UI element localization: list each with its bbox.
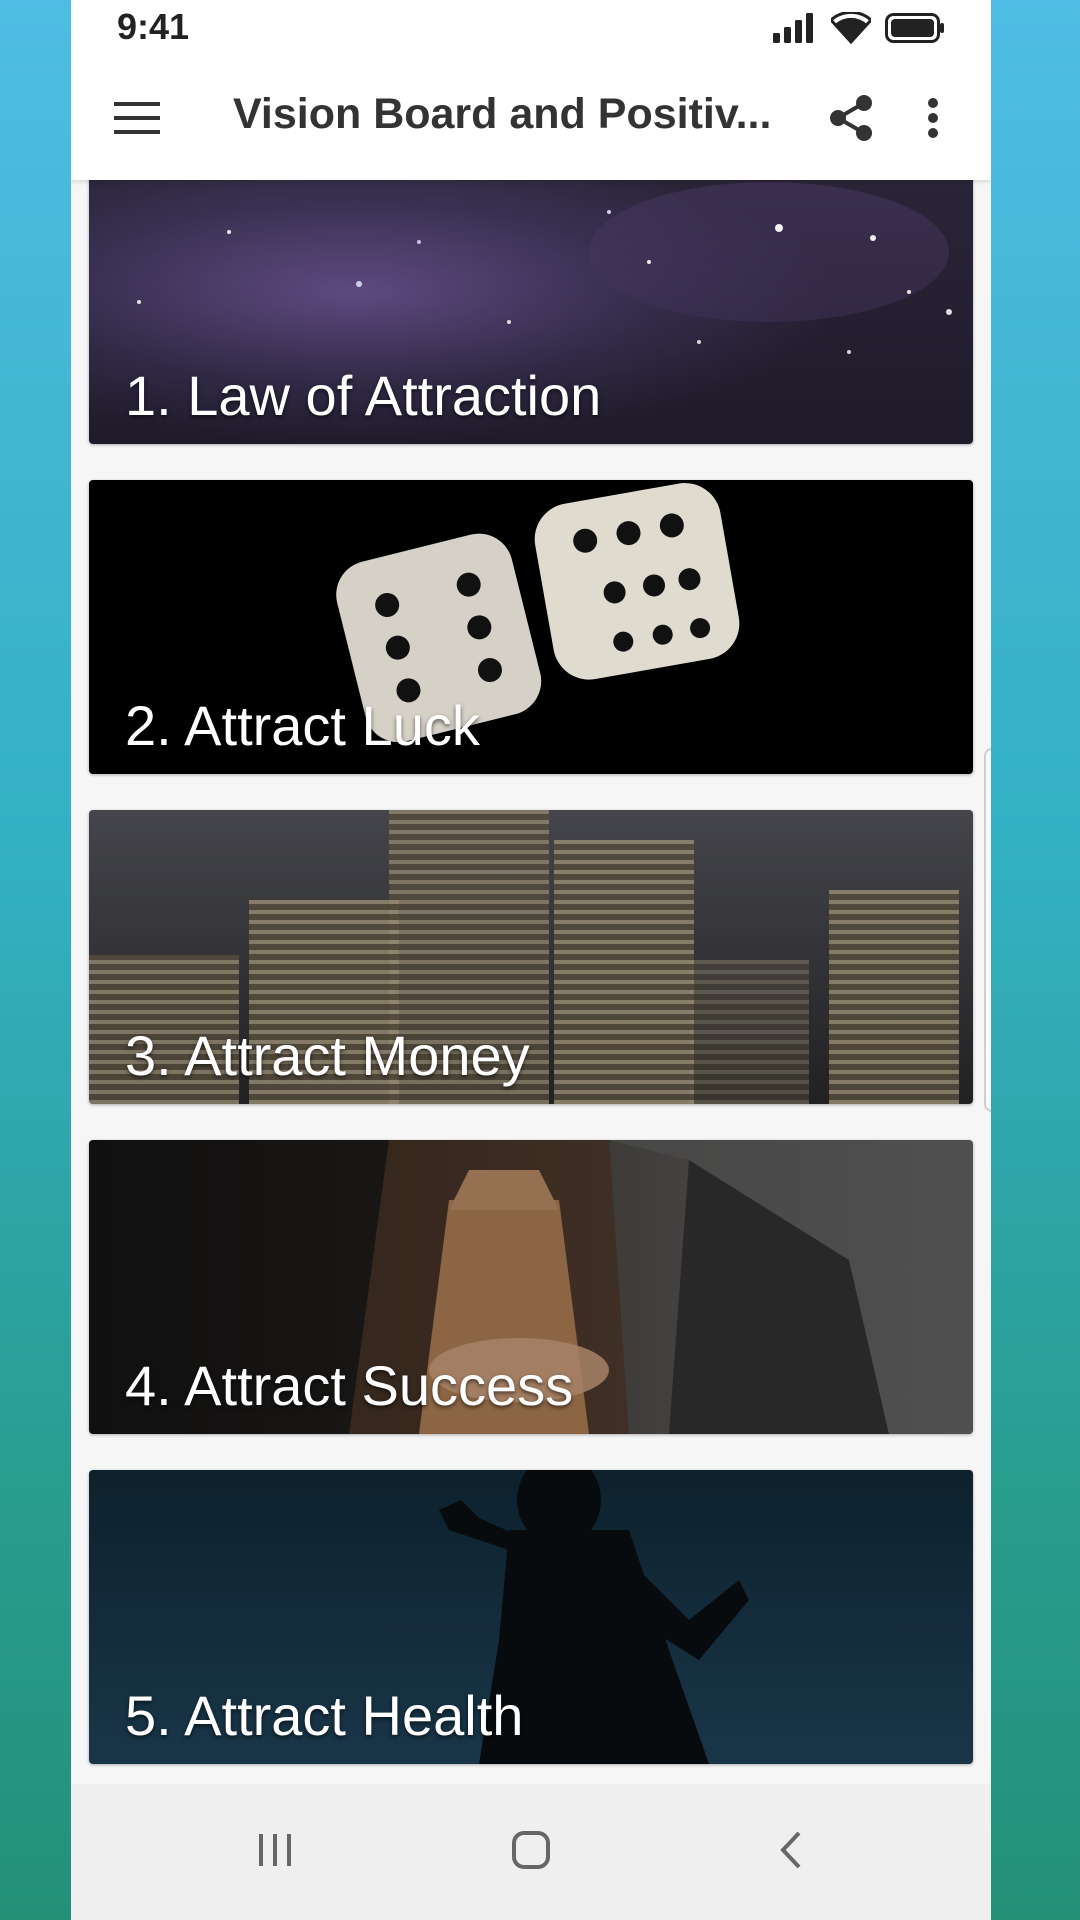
back-button[interactable] [751,1814,831,1890]
home-icon [511,1830,551,1875]
card-label: 3. Attract Money [125,1024,530,1087]
more-options-button[interactable] [911,90,955,150]
card-attract-luck[interactable]: 2. Attract Luck [89,480,973,774]
battery-icon [885,13,945,48]
system-nav-bar [71,1784,991,1920]
card-label: 4. Attract Success [125,1354,574,1417]
share-button[interactable] [821,90,881,150]
status-icons [773,10,945,49]
recents-button[interactable] [235,1814,315,1890]
status-time: 9:41 [117,6,190,47]
card-list[interactable]: 1. Law of Attraction 2. Attract Luck 3. … [71,180,991,1784]
app-title: Vision Board and Positiv... [233,90,772,138]
more-vert-icon [927,97,939,143]
card-label: 5. Attract Health [125,1684,524,1747]
app-bar: Vision Board and Positiv... [71,60,991,180]
card-label: 1. Law of Attraction [125,364,602,427]
wifi-icon [828,10,874,49]
signal-icon [773,13,817,48]
scroll-indicator[interactable] [984,748,991,1112]
hamburger-menu-icon [114,101,160,139]
back-icon [779,1830,803,1875]
status-bar: 9:41 [71,0,991,60]
card-attract-money[interactable]: 3. Attract Money [89,810,973,1104]
menu-button[interactable] [109,92,165,148]
card-law-of-attraction[interactable]: 1. Law of Attraction [89,180,973,444]
card-label: 2. Attract Luck [125,694,480,757]
home-button[interactable] [491,1814,571,1890]
card-attract-success[interactable]: 4. Attract Success [89,1140,973,1434]
recents-icon [257,1832,293,1873]
share-icon [828,94,874,147]
card-attract-health[interactable]: 5. Attract Health [89,1470,973,1764]
phone-screen: 9:41 Vision Board and Positiv... 1. Law … [71,0,991,1920]
